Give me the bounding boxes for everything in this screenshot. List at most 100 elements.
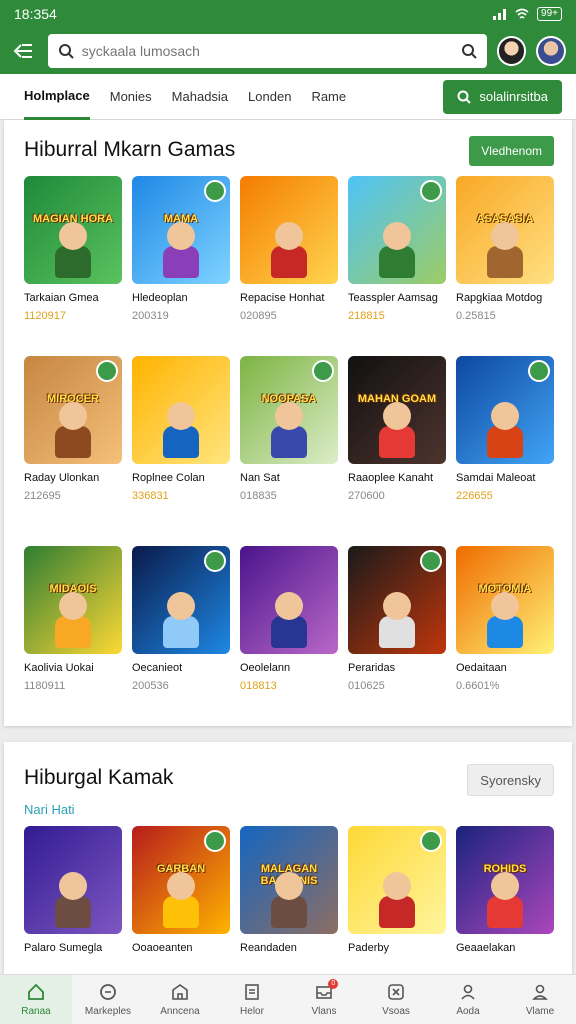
character-illustration	[483, 592, 527, 648]
game-thumbnail[interactable]: MAGIAN HORA	[24, 176, 122, 284]
bottom-nav-item[interactable]: Anncena	[144, 975, 216, 1024]
game-thumbnail[interactable]	[348, 176, 446, 284]
game-thumbnail[interactable]: ROHIDS	[456, 826, 554, 934]
game-tile[interactable]: MOTOMIA Oedaitaan 0.6601%	[456, 546, 554, 692]
bottom-nav-label: Markeples	[84, 1006, 132, 1017]
bottom-nav-item[interactable]: Markeples	[72, 975, 144, 1024]
bottom-nav-label: Aoda	[456, 1006, 480, 1017]
bottom-nav-label: Anncena	[160, 1006, 200, 1017]
game-name: Nan Sat	[240, 472, 280, 484]
game-meta: 336831	[132, 490, 169, 502]
tab-monies[interactable]: Monies	[110, 75, 152, 118]
game-thumbnail[interactable]: NOOPASA	[240, 356, 338, 464]
game-thumbnail[interactable]: MALAGAN BASEKNIS	[240, 826, 338, 934]
game-tile[interactable]: Repacise Honhat 020895	[240, 176, 338, 322]
game-tile[interactable]: Oecanieot 200536	[132, 546, 230, 692]
bottom-nav-label: Ranaa	[21, 1006, 51, 1017]
avatar-user[interactable]	[536, 36, 566, 66]
bottom-nav-label: Vsoas	[382, 1006, 410, 1017]
game-tile[interactable]: ASASASIA Rapgkiaa Motdog 0.25815	[456, 176, 554, 322]
game-name: Roplnee Colan	[132, 472, 205, 484]
search-submit-icon[interactable]	[461, 43, 477, 59]
game-meta: 226655	[456, 490, 493, 502]
tab-holmplace[interactable]: Holmplace	[24, 74, 90, 120]
tab-mahadsia[interactable]: Mahadsia	[172, 75, 228, 118]
game-thumbnail[interactable]	[132, 546, 230, 654]
badge-icon	[204, 830, 226, 852]
game-thumbnail[interactable]	[240, 546, 338, 654]
menu-icon[interactable]	[10, 38, 36, 64]
game-tile[interactable]: Oeolelann 018813	[240, 546, 338, 692]
game-tile[interactable]: MAGIAN HORA Tarkaian Gmea 1120917	[24, 176, 122, 322]
bottom-nav-item[interactable]: Ranaa	[0, 975, 72, 1024]
top-bar	[0, 28, 576, 74]
game-thumbnail[interactable]: ASASASIA	[456, 176, 554, 284]
character-illustration	[483, 222, 527, 278]
game-name: Oecanieot	[132, 662, 183, 674]
game-meta: 270600	[348, 490, 385, 502]
game-name: Kaolivia Uokai	[24, 662, 94, 674]
game-thumbnail[interactable]	[348, 546, 446, 654]
game-name: Raaoplee Kanaht	[348, 472, 434, 484]
game-thumbnail[interactable]: MAHAN GOAM	[348, 356, 446, 464]
game-name: Oeolelann	[240, 662, 291, 674]
bottom-nav-item[interactable]: 0 Vlans	[288, 975, 360, 1024]
game-tile[interactable]: Teasspler Aamsag 218815	[348, 176, 446, 322]
bottom-nav-item[interactable]: Aoda	[432, 975, 504, 1024]
game-meta: 218815	[348, 310, 385, 322]
game-thumbnail[interactable]	[132, 356, 230, 464]
game-tile[interactable]: GARBAN Ooaoeanten	[132, 826, 230, 960]
game-thumbnail[interactable]	[240, 176, 338, 284]
game-tile[interactable]: Palaro Sumegla	[24, 826, 122, 960]
character-illustration	[159, 402, 203, 458]
bottom-nav-label: Vlans	[311, 1006, 337, 1017]
bottom-navigation: Ranaa Markeples Anncena Helor 0 Vlans Vsoas Aod…	[0, 974, 576, 1024]
badge-icon	[204, 550, 226, 572]
search-input[interactable]	[81, 43, 461, 59]
game-tile[interactable]: MAHAN GOAM Raaoplee Kanaht 270600	[348, 356, 446, 502]
game-tile[interactable]: Samdai Maleoat 226655	[456, 356, 554, 502]
game-tile[interactable]: MALAGAN BASEKNIS Reandaden	[240, 826, 338, 960]
nav-search-button[interactable]: solalinrsitba	[443, 79, 562, 114]
character-illustration	[375, 872, 419, 928]
game-tile[interactable]: MIROCER Raday Ulonkan 212695	[24, 356, 122, 502]
game-thumbnail[interactable]: GARBAN	[132, 826, 230, 934]
tab-londen[interactable]: Londen	[248, 75, 291, 118]
game-tile[interactable]: MIDAOIS Kaolivia Uokai 1180911	[24, 546, 122, 692]
bottom-nav-item[interactable]: Vlame	[504, 975, 576, 1024]
bottom-nav-item[interactable]: Vsoas	[360, 975, 432, 1024]
character-illustration	[159, 222, 203, 278]
character-illustration	[51, 222, 95, 278]
game-tile[interactable]: MAMA Hledeoplan 200319	[132, 176, 230, 322]
view-more-button[interactable]: Vledhenom	[469, 136, 554, 166]
game-thumbnail[interactable]	[24, 826, 122, 934]
game-thumbnail[interactable]: MOTOMIA	[456, 546, 554, 654]
chat-icon	[100, 984, 116, 1000]
game-thumbnail[interactable]: MIDAOIS	[24, 546, 122, 654]
game-name: Peraridas	[348, 662, 396, 674]
game-tile[interactable]: Peraridas 010625	[348, 546, 446, 692]
game-meta: 212695	[24, 490, 61, 502]
tab-rame[interactable]: Rame	[311, 75, 346, 118]
game-thumbnail[interactable]: MAMA	[132, 176, 230, 284]
bottom-nav-item[interactable]: Helor	[216, 975, 288, 1024]
game-thumbnail[interactable]	[348, 826, 446, 934]
game-tile[interactable]: Roplnee Colan 336831	[132, 356, 230, 502]
game-name: Palaro Sumegla	[24, 942, 103, 954]
game-thumbnail[interactable]	[456, 356, 554, 464]
game-meta: 0.6601%	[456, 680, 500, 692]
avatar-kid[interactable]	[496, 36, 527, 66]
search-bar	[47, 34, 487, 68]
badge-icon	[528, 360, 550, 382]
sort-dropdown[interactable]: Syorensky	[467, 764, 554, 796]
game-thumbnail[interactable]: MIROCER	[24, 356, 122, 464]
game-tile[interactable]: NOOPASA Nan Sat 018835	[240, 356, 338, 502]
game-tile[interactable]: ROHIDS Geaaelakan	[456, 826, 554, 960]
section-title: Hiburral Mkarn Gamas	[24, 138, 236, 161]
status-bar: 18:354 99+	[0, 0, 576, 28]
game-meta: 018813	[240, 680, 277, 692]
character-illustration	[267, 402, 311, 458]
nav-tabs: Holmplace Monies Mahadsia Londen Rame so…	[0, 74, 576, 120]
section-featured-games: Hiburral Mkarn Gamas Vledhenom MAGIAN HO…	[4, 120, 572, 726]
game-tile[interactable]: Paderby	[348, 826, 446, 960]
